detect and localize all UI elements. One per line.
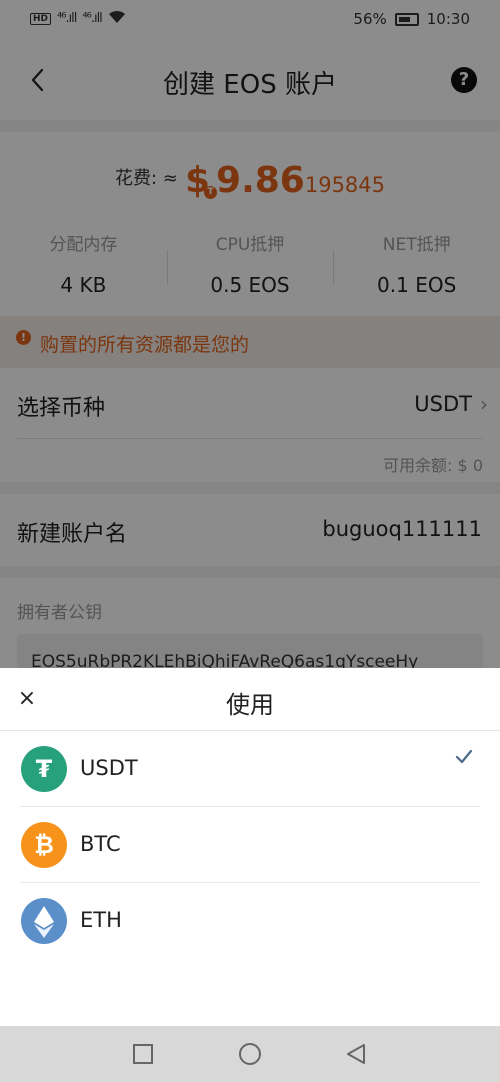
eth-icon	[21, 898, 67, 944]
coin-name: ETH	[80, 908, 122, 932]
coin-option-eth[interactable]: ETH	[0, 883, 500, 959]
create-eos-account-page: HD ⁴⁶.ıll ⁴⁶.ıll 56% 10:30 创建 EOS 账户 ? 花…	[0, 0, 500, 1082]
coin-option-btc[interactable]: ₿ BTC	[0, 807, 500, 883]
sheet-title: 使用	[226, 691, 274, 719]
coin-name: USDT	[80, 756, 138, 780]
usdt-icon: ₮	[21, 746, 67, 792]
back-triangle-icon[interactable]	[344, 1042, 368, 1066]
coin-name: BTC	[80, 832, 121, 856]
btc-icon: ₿	[21, 822, 67, 868]
recent-apps-icon[interactable]	[131, 1042, 155, 1066]
currency-picker-sheet: × 使用 ₮ USDT ₿ BTC ETH	[0, 668, 500, 1026]
coin-option-usdt[interactable]: ₮ USDT	[0, 731, 500, 807]
home-icon[interactable]	[238, 1042, 262, 1066]
system-nav-bar	[0, 1026, 500, 1082]
checkmark-icon	[455, 749, 473, 764]
